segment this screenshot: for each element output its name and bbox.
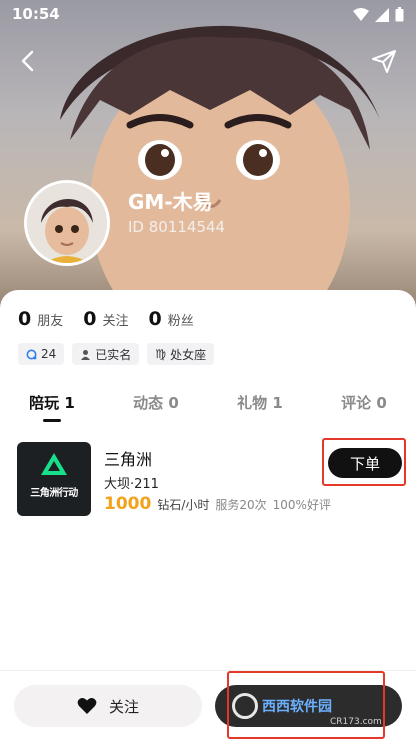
tag-label: 处女座: [170, 347, 207, 362]
price-line: 1000 钻石/小时 服务20次 100%好评: [104, 494, 331, 514]
game-rank: 大坝·211: [104, 477, 159, 492]
tab-companion[interactable]: 陪玩 1: [0, 392, 104, 422]
tab-moments[interactable]: 动态 0: [104, 392, 208, 422]
profile-user-id: ID 80114544: [128, 218, 226, 236]
location-icon: [26, 349, 37, 359]
order-highlight-box: 下单: [322, 438, 406, 486]
price-value: 1000: [104, 494, 152, 514]
tag-verified: 已实名: [72, 343, 140, 365]
battery-icon: [395, 7, 404, 22]
tag-label: 24: [41, 347, 57, 361]
profile-tags: 24 已实名 ♍ 处女座: [18, 343, 215, 365]
tab-gifts[interactable]: 礼物 1: [208, 392, 312, 422]
status-icons: [353, 7, 404, 22]
served-count: 服务20次: [215, 498, 267, 512]
stat-label: 粉丝: [167, 314, 194, 329]
stat-label: 关注: [102, 314, 129, 329]
delta-logo-icon: [41, 453, 67, 475]
follow-button[interactable]: 关注: [14, 685, 202, 727]
stat-value: 0: [18, 308, 32, 330]
follow-label: 关注: [108, 697, 139, 716]
avatar-image: [27, 183, 107, 263]
game-icon: 三角洲行动: [17, 442, 91, 516]
stat-value: 0: [148, 308, 162, 330]
profile-tabs: 陪玩 1 动态 0 礼物 1 评论 0: [0, 392, 416, 422]
stat-fans[interactable]: 0 粉丝: [149, 308, 194, 330]
wifi-icon: [353, 7, 369, 21]
tab-comments[interactable]: 评论 0: [312, 392, 416, 422]
heart-icon: [77, 698, 97, 714]
price-unit: 钻石/小时: [157, 498, 210, 512]
watermark: 西西软件园 CR173.com: [232, 691, 392, 727]
profile-nickname: GM-木易: [128, 190, 213, 214]
stats-row: 0 朋友 0 关注 0 粉丝: [18, 308, 194, 330]
profile-card: 0 朋友 0 关注 0 粉丝 24 已实名 ♍ 处女座 陪玩 1 动态 0 礼物…: [0, 290, 416, 670]
share-send-icon[interactable]: [370, 48, 398, 74]
virgo-icon: ♍: [155, 347, 167, 361]
tag-zodiac: ♍ 处女座: [147, 343, 215, 365]
tag-label: 已实名: [95, 347, 132, 362]
signal-icon: [375, 7, 389, 22]
stat-friends[interactable]: 0 朋友: [18, 308, 63, 330]
stat-value: 0: [83, 308, 97, 330]
tag-age: 24: [18, 343, 65, 365]
status-bar: 10:54: [0, 0, 416, 30]
hero-illustration: [60, 25, 380, 330]
watermark-logo-icon: [232, 693, 258, 719]
profile-hero: 10:54 GM-木易 ID 80114544: [0, 0, 416, 330]
service-item[interactable]: 三角洲行动 三角洲 大坝·211 1000 钻石/小时 服务20次 100%好评…: [17, 438, 407, 518]
watermark-title: 西西软件园: [262, 699, 332, 715]
order-button[interactable]: 下单: [328, 448, 402, 478]
back-arrow-icon[interactable]: [16, 48, 42, 74]
stat-following[interactable]: 0 关注: [83, 308, 128, 330]
stat-label: 朋友: [37, 314, 64, 329]
avatar[interactable]: [24, 180, 110, 266]
rating-text: 100%好评: [272, 498, 331, 512]
game-name: 三角洲: [104, 450, 153, 469]
watermark-sub: CR173.com: [330, 717, 382, 727]
status-time: 10:54: [12, 5, 60, 23]
game-icon-text: 三角洲行动: [30, 488, 78, 499]
person-icon: [81, 349, 91, 360]
bottom-action-bar: 关注 西西软件园 CR173.com: [0, 670, 416, 740]
